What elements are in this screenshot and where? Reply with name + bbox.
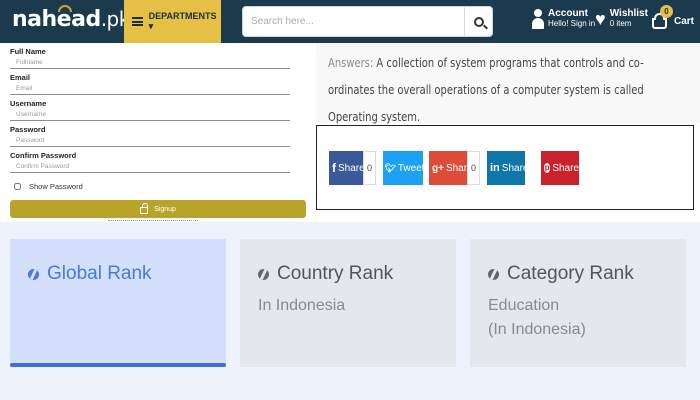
country-rank-subtitle: In Indonesia: [258, 294, 345, 318]
logo-text-middle: ad: [71, 7, 101, 32]
account-subtitle: Hello! Sign in: [548, 19, 596, 28]
signup-form: Full Name Email Username Password Confir…: [10, 47, 306, 191]
googleplus-share-count: 0: [467, 151, 480, 185]
hamburger-icon: [132, 17, 143, 26]
username-input[interactable]: [10, 109, 290, 121]
category-rank-location: (In Indonesia): [488, 321, 586, 338]
facebook-share-count: 0: [363, 151, 376, 185]
fullname-field-group: Full Name: [10, 47, 306, 73]
answer-label: Answers:: [328, 56, 374, 70]
answer-text: A collection of system programs that con…: [328, 56, 644, 124]
email-label: Email: [10, 73, 31, 82]
cart-title: Cart: [674, 15, 695, 27]
twitter-tweet-label: Tweet: [397, 162, 425, 174]
answer-text-block: Answers: A collection of system programs…: [328, 50, 685, 131]
rank-icon: [28, 268, 39, 280]
rank-icon: [258, 268, 269, 280]
googleplus-icon: g+: [432, 162, 444, 174]
password-field-group: Password: [10, 125, 306, 151]
category-rank-category: Education: [488, 297, 560, 314]
search-box: [242, 6, 493, 37]
category-rank-subtitle: Education (In Indonesia): [488, 294, 586, 342]
search-icon: [473, 16, 484, 27]
departments-label: DEPARTMENTS ▾: [148, 11, 217, 31]
signup-button[interactable]: Signup: [10, 200, 306, 218]
wishlist-subtitle: 0 item: [609, 19, 632, 28]
answer-panel: Answers: A collection of system programs…: [316, 43, 700, 124]
country-rank-title: Country Rank: [277, 263, 394, 284]
country-rank-tab[interactable]: Country Rank In Indonesia: [240, 239, 456, 367]
active-tab-indicator: [10, 363, 226, 367]
country-rank-heading: Country Rank: [258, 263, 393, 285]
password-label: Password: [10, 125, 46, 134]
account-link[interactable]: Account Hello! Sign in: [532, 8, 595, 29]
heart-icon: ♥: [595, 8, 606, 29]
confirm-password-label: Confirm Password: [10, 151, 77, 160]
cart-link[interactable]: 0 Cart: [650, 5, 695, 32]
account-title: Account: [548, 8, 588, 19]
wishlist-link[interactable]: ♥ Wishlist 0 item: [595, 8, 648, 29]
category-rank-tab[interactable]: Category Rank Education (In Indonesia): [470, 239, 686, 367]
facebook-icon: f: [332, 161, 336, 175]
search-button[interactable]: [464, 7, 492, 36]
user-icon: [532, 8, 544, 29]
graduation-cap-icon: [58, 5, 72, 12]
share-box: f Share 0 🐦︎ Tweet g+ Share 0 in Share p…: [316, 125, 694, 210]
show-password-checkbox[interactable]: [14, 183, 21, 190]
cart-count-badge: 0: [660, 5, 673, 18]
twitter-bird-icon: 🐦︎: [384, 162, 396, 173]
departments-menu-button[interactable]: DEPARTMENTS ▾: [124, 0, 221, 43]
search-input[interactable]: [243, 7, 465, 36]
pinterest-icon: p: [544, 163, 551, 173]
pinterest-share-label: Share: [552, 162, 579, 174]
site-logo[interactable]: nahead.pk: [12, 5, 130, 32]
fullname-label: Full Name: [10, 47, 46, 56]
twitter-tweet-button[interactable]: 🐦︎ Tweet: [383, 151, 425, 185]
wishlist-title: Wishlist: [609, 8, 648, 19]
global-rank-tab[interactable]: Global Rank: [10, 239, 226, 367]
show-password-row: Show Password: [10, 182, 306, 191]
fullname-input[interactable]: [10, 57, 290, 69]
googleplus-share-button[interactable]: g+ Share: [429, 151, 473, 185]
show-password-label: Show Password: [29, 182, 83, 191]
facebook-share-label: Share: [338, 162, 365, 174]
global-rank-heading: Global Rank: [28, 263, 152, 285]
password-input[interactable]: [10, 135, 290, 147]
global-rank-title: Global Rank: [47, 263, 152, 284]
linkedin-icon: in: [490, 162, 500, 174]
rank-icon: [488, 268, 499, 280]
linkedin-share-label: Share: [501, 162, 529, 174]
cart-icon: 0: [650, 5, 673, 32]
confirm-password-field-group: Confirm Password: [10, 151, 306, 177]
country-rank-location: In Indonesia: [258, 297, 346, 314]
linkedin-share-button[interactable]: in Share: [487, 151, 528, 185]
lock-icon: [140, 202, 149, 214]
username-label: Username: [10, 99, 47, 108]
category-rank-title: Category Rank: [507, 263, 634, 284]
confirm-password-input[interactable]: [10, 161, 290, 173]
signup-label: Signup: [154, 205, 176, 213]
pinterest-share-button[interactable]: p Share: [541, 151, 579, 185]
username-field-group: Username: [10, 99, 306, 125]
site-header: nahead.pk DEPARTMENTS ▾ Account Hello! S…: [0, 0, 700, 43]
facebook-share-button[interactable]: f Share: [329, 151, 365, 185]
email-field-group: Email: [10, 73, 306, 99]
email-input[interactable]: [10, 83, 290, 95]
category-rank-heading: Category Rank: [488, 263, 634, 285]
